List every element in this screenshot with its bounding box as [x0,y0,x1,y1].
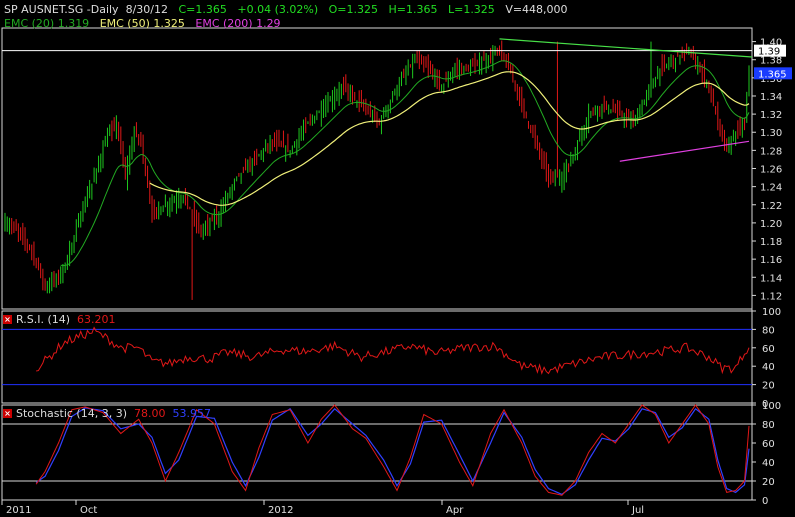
ema20-label: EMC (20) 1.319 [4,17,90,30]
stoch-tick-label: 100 [762,401,781,412]
volume-label: V=448,000 [505,3,568,16]
stoch-tick-label: 80 [762,420,775,431]
header-line: SP AUSNET.SG -Daily 8/30/12 C=1.365 +0.0… [4,3,568,16]
y-tick-label: 1.14 [760,273,782,284]
x-tick-label: Apr [446,505,464,516]
rsi-tick-label: 20 [762,381,775,392]
ema20-line [60,60,750,267]
x-tick-label: 2011 [6,505,31,516]
y-tick-label: 1.22 [760,201,782,212]
y-tick-label: 1.24 [760,183,782,194]
high-label: H=1.365 [388,3,438,16]
ema50-line [149,71,750,206]
open-label: O=1.325 [328,3,378,16]
y-tick-label: 1.18 [760,237,782,248]
ema-legend: EMC (20) 1.319 EMC (50) 1.325 EMC (200) … [4,17,281,30]
rsi-label: R.S.I. (14) [16,313,71,326]
stoch-label: Stochastic (14, 3, 3) [16,407,127,420]
trendline [499,38,753,58]
rsi-tick-label: 40 [762,362,775,373]
rsi-tick-label: 80 [762,325,775,336]
stoch-legend: × Stochastic (14, 3, 3) 78.00 53.957 [3,407,211,420]
panel-frame-0 [1,27,753,310]
y-tick-label: 1.26 [760,165,782,176]
rsi-value: 63.201 [77,313,116,326]
rsi-legend: × R.S.I. (14) 63.201 [3,313,116,326]
y-tick-label: 1.20 [760,219,782,230]
close-label: C=1.365 [178,3,227,16]
ema200-label: EMC (200) 1.29 [195,17,281,30]
stoch-k-value: 78.00 [134,407,166,420]
rsi-tick-label: 100 [762,307,781,318]
x-tick-label: Oct [80,505,97,516]
stoch-tick-label: 0 [762,496,768,507]
stoch-tick-label: 60 [762,439,775,450]
last-price-label: 1.365 [758,69,787,80]
ema50-label: EMC (50) 1.325 [99,17,185,30]
symbol-label: SP AUSNET.SG -Daily [4,3,119,16]
stoch-d-value: 53.957 [172,407,212,420]
chart-canvas: 1.12 1.14 1.16 1.18 1.20 1.22 1.24 1.26 1.28 1.30… [1,27,792,516]
stoch-tick-label: 20 [762,477,775,488]
date-label: 8/30/12 [125,3,168,16]
close-rsi-icon[interactable]: × [3,315,12,324]
rsi-tick-label: 60 [762,344,775,355]
y-tick-label: 1.16 [760,255,782,266]
change-label: +0.04 (3.02%) [237,3,319,16]
y-tick-label: 1.12 [760,291,782,302]
y-tick-label: 1.32 [760,110,782,121]
x-tick-label: 2012 [268,505,293,516]
y-tick-label: 1.34 [760,92,782,103]
x-tick-label: Jul [631,505,644,516]
resistance-level-label: 1.39 [758,47,780,58]
stoch-tick-label: 40 [762,458,775,469]
low-label: L=1.325 [447,3,495,16]
y-tick-label: 1.30 [760,128,782,139]
y-tick-label: 1.28 [760,146,782,157]
close-stochastic-icon[interactable]: × [3,409,12,418]
ema200-line [619,140,750,162]
rsi-line [36,326,750,375]
